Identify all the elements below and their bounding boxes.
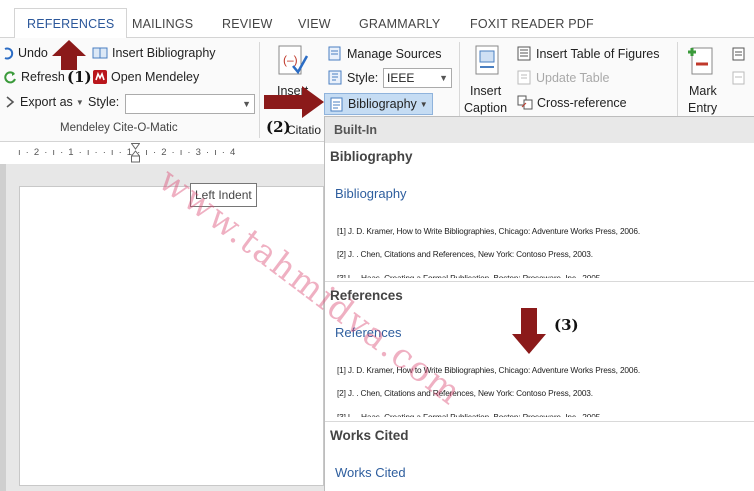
bibliography-gallery: Built-In Bibliography Bibliography [1] J… bbox=[324, 116, 754, 491]
category-divider bbox=[325, 281, 754, 282]
gallery-entry-title: References bbox=[335, 325, 402, 340]
insert-bibliography-mendeley-button[interactable]: Insert Bibliography bbox=[92, 46, 216, 60]
manage-sources-icon bbox=[328, 46, 343, 61]
chevron-down-icon: ▼ bbox=[75, 97, 84, 107]
style-label-text: Style: bbox=[347, 70, 379, 85]
gallery-entry-title: Works Cited bbox=[335, 465, 406, 480]
mendeley-group-label: Mendeley Cite-O-Matic bbox=[60, 122, 178, 134]
mark-entry-icon[interactable] bbox=[686, 44, 716, 78]
tab-review[interactable]: REVIEW bbox=[222, 10, 273, 38]
export-arrow-icon bbox=[6, 96, 16, 108]
insert-bibliography-label: Insert Bibliography bbox=[112, 46, 216, 60]
mark-entry-label[interactable]: Mark bbox=[689, 83, 717, 100]
cross-reference-icon bbox=[517, 95, 533, 110]
insert-table-of-figures-button[interactable]: Insert Table of Figures bbox=[517, 46, 659, 61]
reference-line: [2] J. . Chen, Citations and References,… bbox=[337, 388, 593, 398]
cross-reference-label: Cross-reference bbox=[537, 95, 627, 110]
refresh-icon bbox=[4, 70, 17, 84]
undo-label: Undo bbox=[18, 46, 48, 60]
chevron-down-icon: ▼ bbox=[439, 73, 448, 83]
book-icon bbox=[92, 46, 108, 60]
citation-style-value: IEEE bbox=[387, 71, 415, 85]
tab-foxit-reader-pdf[interactable]: FOXIT READER PDF bbox=[470, 10, 594, 38]
annotation-arrow-up-icon bbox=[52, 40, 86, 70]
mark-entry-label-2: Entry bbox=[688, 101, 718, 115]
insert-caption-label-2: Caption bbox=[464, 101, 508, 115]
bibliography-button[interactable]: Bibliography ▼ bbox=[324, 93, 433, 115]
mendeley-logo-icon bbox=[93, 70, 107, 84]
annotation-arrow-right-icon bbox=[264, 86, 324, 118]
open-mendeley-label: Open Mendeley bbox=[111, 70, 200, 84]
reference-line: [2] J. . Chen, Citations and References,… bbox=[337, 249, 593, 259]
insert-citation-label-2: Citatio bbox=[287, 123, 322, 137]
undo-button[interactable]: Undo bbox=[2, 46, 48, 60]
category-divider bbox=[325, 421, 754, 422]
horizontal-ruler[interactable]: ı · 2 · ı · 1 · ı · · ı · 1 · ı · 2 · ı … bbox=[0, 142, 325, 164]
category-title-references: References bbox=[330, 288, 403, 303]
update-table-label: Update Table bbox=[536, 70, 610, 85]
chevron-down-icon: ▼ bbox=[242, 99, 251, 109]
insert-index-icon[interactable] bbox=[732, 47, 746, 61]
tab-grammarly[interactable]: GRAMMARLY bbox=[359, 10, 440, 38]
insert-caption-icon[interactable] bbox=[474, 44, 502, 78]
export-as-dropdown[interactable]: Export as ▼ bbox=[6, 95, 84, 109]
mendeley-style-label: Style: bbox=[88, 95, 120, 109]
gallery-item-works-cited[interactable]: Works Cited bbox=[325, 452, 754, 491]
reference-line: [1] J. D. Kramer, How to Write Bibliogra… bbox=[337, 226, 640, 236]
annotation-arrow-down-icon bbox=[512, 308, 546, 354]
insert-citation-icon[interactable]: (–) bbox=[277, 44, 309, 78]
left-indent-marker[interactable] bbox=[131, 143, 140, 163]
gallery-header: Built-In bbox=[325, 117, 754, 143]
table-of-figures-icon bbox=[517, 46, 532, 61]
gallery-entry-title: Bibliography bbox=[335, 186, 407, 201]
gallery-item-bibliography[interactable]: Bibliography [1] J. D. Kramer, How to Wr… bbox=[325, 173, 754, 278]
tab-mailings[interactable]: MAILINGS bbox=[132, 10, 193, 38]
insert-table-of-figures-label: Insert Table of Figures bbox=[536, 46, 660, 61]
annotation-step-3: (3) bbox=[554, 316, 579, 334]
manage-sources-button[interactable]: Manage Sources bbox=[328, 46, 442, 61]
mendeley-style-select[interactable]: ▼ bbox=[125, 94, 255, 114]
svg-text:(–): (–) bbox=[283, 53, 298, 67]
document-page[interactable] bbox=[19, 186, 324, 486]
bibliography-label: Bibliography bbox=[348, 97, 417, 111]
reference-line: [1] J. D. Kramer, How to Write Bibliogra… bbox=[337, 365, 640, 375]
refresh-button[interactable]: Refresh bbox=[4, 70, 65, 84]
category-title-works-cited: Works Cited bbox=[330, 428, 409, 443]
category-title-bibliography: Bibliography bbox=[330, 149, 413, 164]
reference-line: [3] L. . Haas, Creating a Formal Publica… bbox=[337, 273, 603, 278]
tab-references[interactable]: REFERENCES bbox=[14, 8, 128, 39]
bibliography-icon bbox=[329, 97, 344, 112]
open-mendeley-button[interactable]: Open Mendeley bbox=[93, 70, 199, 84]
citation-style-label: Style: bbox=[328, 70, 378, 85]
update-index-icon[interactable] bbox=[732, 71, 746, 85]
insert-caption-label[interactable]: Insert bbox=[470, 83, 501, 100]
update-table-icon bbox=[517, 70, 532, 85]
annotation-step-2: (2) bbox=[266, 118, 291, 136]
reference-line: [3] L. . Haas, Creating a Formal Publica… bbox=[337, 412, 603, 417]
update-table-button[interactable]: Update Table bbox=[517, 70, 609, 85]
citation-style-select[interactable]: IEEE ▼ bbox=[383, 68, 452, 88]
style-icon bbox=[328, 70, 343, 85]
group-separator bbox=[259, 42, 260, 138]
chevron-down-icon: ▼ bbox=[419, 99, 428, 109]
cross-reference-button[interactable]: Cross-reference bbox=[517, 95, 627, 110]
export-as-label: Export as bbox=[20, 95, 73, 109]
left-indent-tooltip: Left Indent bbox=[190, 183, 257, 207]
annotation-step-1: (1) bbox=[67, 68, 92, 86]
undo-icon bbox=[2, 47, 14, 60]
tab-view[interactable]: VIEW bbox=[298, 10, 331, 38]
ribbon-tab-bar: REFERENCES MAILINGS REVIEW VIEW GRAMMARL… bbox=[0, 0, 754, 39]
refresh-label: Refresh bbox=[21, 70, 65, 84]
manage-sources-label: Manage Sources bbox=[347, 46, 442, 61]
